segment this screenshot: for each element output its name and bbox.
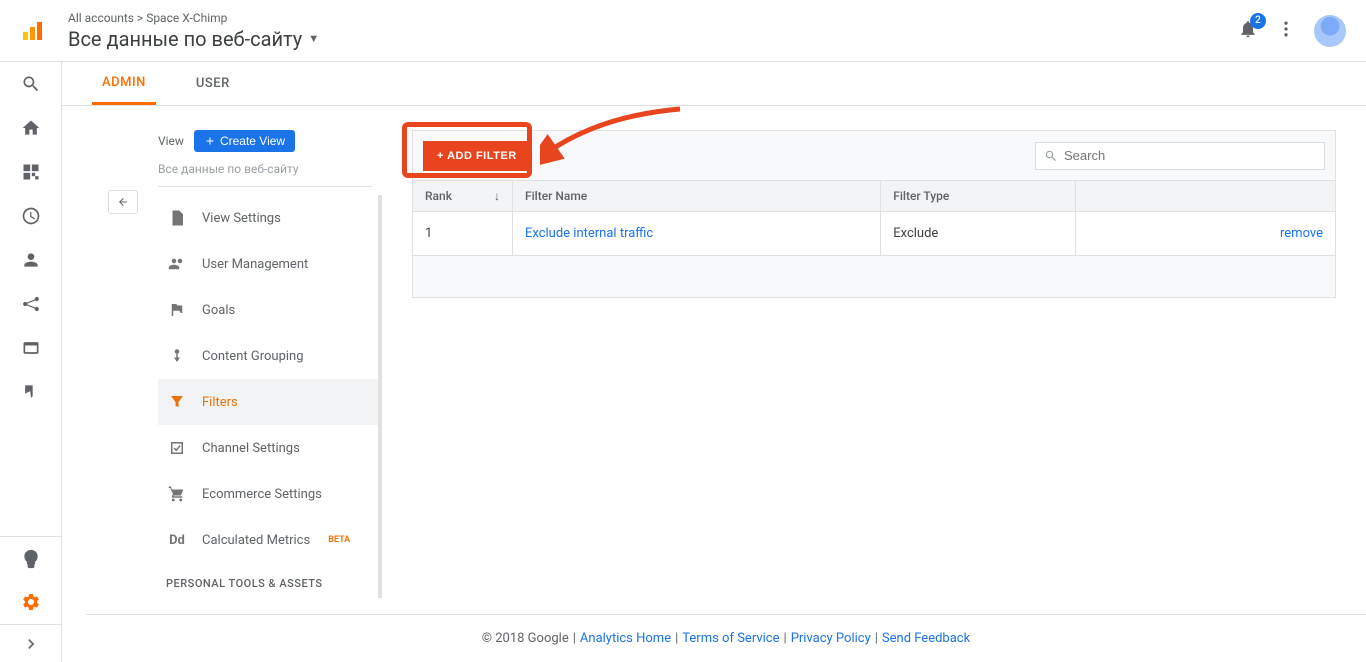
header-actions: 2 [1238, 15, 1346, 47]
cart-icon [166, 485, 188, 503]
tab-user[interactable]: USER [186, 62, 240, 105]
sidebar-label: Ecommerce Settings [202, 487, 322, 502]
footer-copyright: © 2018 Google [482, 631, 569, 646]
filter-icon [166, 393, 188, 411]
col-rank[interactable]: Rank ↓ [413, 181, 513, 212]
view-title[interactable]: Все данные по веб-сайту ▼ [68, 27, 1238, 51]
sidebar-label: User Management [202, 257, 308, 272]
sidebar-item-goals[interactable]: Goals [158, 287, 378, 333]
sidebar-label: Content Grouping [202, 349, 304, 364]
footer-home[interactable]: Analytics Home [580, 631, 671, 646]
footer: © 2018 Google | Analytics Home | Terms o… [86, 614, 1366, 662]
analytics-logo[interactable] [20, 19, 44, 43]
cell-action: remove [1076, 212, 1336, 256]
sidebar-label: Channel Settings [202, 441, 300, 456]
dd-icon: Dd [166, 533, 188, 548]
toolbar: + ADD FILTER [412, 130, 1336, 180]
sidebar-section-personal: PERSONAL TOOLS & ASSETS [158, 563, 378, 598]
col-filter-name[interactable]: Filter Name [513, 181, 881, 212]
sidebar-label: Calculated Metrics [202, 533, 310, 548]
current-view-name[interactable]: Все данные по веб-сайту [158, 162, 372, 187]
table-row: 1 Exclude internal traffic Exclude remov… [413, 212, 1336, 256]
rail-acquisition[interactable] [0, 282, 62, 326]
main-panel: + ADD FILTER Rank ↓ Filter Name Fil [382, 106, 1366, 662]
sidebar-label: View Settings [202, 211, 281, 226]
breadcrumb-account: Space X-Chimp [146, 11, 227, 25]
rail-audience[interactable] [0, 238, 62, 282]
tabs: ADMIN USER [62, 62, 1366, 106]
sidebar-item-content-grouping[interactable]: Content Grouping [158, 333, 378, 379]
group-icon [166, 347, 188, 365]
channel-icon [166, 439, 188, 457]
col-filter-type[interactable]: Filter Type [881, 181, 1076, 212]
sidebar-item-ecommerce-settings[interactable]: Ecommerce Settings [158, 471, 378, 517]
column-header: View Create View [158, 130, 382, 152]
app-header: All accounts > Space X-Chimp Все данные … [0, 0, 1366, 62]
filter-link[interactable]: Exclude internal traffic [525, 226, 653, 241]
column-label: View [158, 134, 184, 148]
people-icon [166, 255, 188, 273]
footer-feedback[interactable]: Send Feedback [882, 631, 970, 646]
rail-admin[interactable] [0, 580, 62, 624]
sidebar-item-view-settings[interactable]: View Settings [158, 195, 378, 241]
user-avatar[interactable] [1314, 15, 1346, 47]
tab-admin[interactable]: ADMIN [92, 62, 156, 105]
sidebar-label: Filters [202, 395, 238, 410]
view-title-text: Все данные по веб-сайту [68, 27, 302, 51]
footer-terms[interactable]: Terms of Service [682, 631, 779, 646]
notification-badge: 2 [1250, 13, 1266, 29]
notifications-button[interactable]: 2 [1238, 19, 1258, 43]
back-button[interactable] [108, 190, 138, 214]
document-icon [166, 209, 188, 227]
col-action [1076, 181, 1336, 212]
breadcrumb[interactable]: All accounts > Space X-Chimp [68, 11, 1238, 25]
rail-home[interactable] [0, 106, 62, 150]
rail-search[interactable] [0, 62, 62, 106]
sidebar-label: Goals [202, 303, 235, 318]
sidebar: View Settings User Management Goals Cont… [158, 195, 382, 598]
table-footer [412, 256, 1336, 298]
breadcrumb-prefix: All accounts [68, 11, 134, 25]
cell-rank: 1 [413, 212, 513, 256]
rail-realtime[interactable] [0, 194, 62, 238]
search-input[interactable] [1064, 148, 1316, 163]
filters-table: Rank ↓ Filter Name Filter Type 1 Exclude… [412, 180, 1336, 256]
cell-filter-type: Exclude [881, 212, 1076, 256]
chevron-down-icon: ▼ [308, 32, 319, 45]
sidebar-item-filters[interactable]: Filters [158, 379, 378, 425]
rail-expand[interactable] [0, 624, 62, 662]
rail-discover[interactable] [0, 536, 62, 580]
add-filter-button[interactable]: + ADD FILTER [423, 141, 531, 171]
rail-customization[interactable] [0, 150, 62, 194]
search-box[interactable] [1035, 142, 1325, 170]
rail-behavior[interactable] [0, 326, 62, 370]
sidebar-item-channel-settings[interactable]: Channel Settings [158, 425, 378, 471]
main: View Create View Все данные по веб-сайту… [62, 106, 1366, 662]
create-view-label: Create View [220, 134, 285, 148]
content: ADMIN USER View Create View Все данные п… [62, 62, 1366, 662]
more-menu-button[interactable] [1276, 19, 1296, 43]
sidebar-item-user-management[interactable]: User Management [158, 241, 378, 287]
flag-icon [166, 301, 188, 319]
breadcrumb-area: All accounts > Space X-Chimp Все данные … [68, 11, 1238, 51]
rail-conversions[interactable] [0, 370, 62, 414]
create-view-button[interactable]: Create View [194, 130, 295, 152]
beta-badge: BETA [328, 535, 350, 545]
remove-link[interactable]: remove [1280, 226, 1323, 241]
left-rail [0, 62, 62, 662]
search-icon [1044, 149, 1058, 163]
sidebar-wrap: View Create View Все данные по веб-сайту… [62, 106, 382, 662]
sidebar-item-calculated-metrics[interactable]: Dd Calculated Metrics BETA [158, 517, 378, 563]
cell-filter-name: Exclude internal traffic [513, 212, 881, 256]
footer-privacy[interactable]: Privacy Policy [791, 631, 871, 646]
